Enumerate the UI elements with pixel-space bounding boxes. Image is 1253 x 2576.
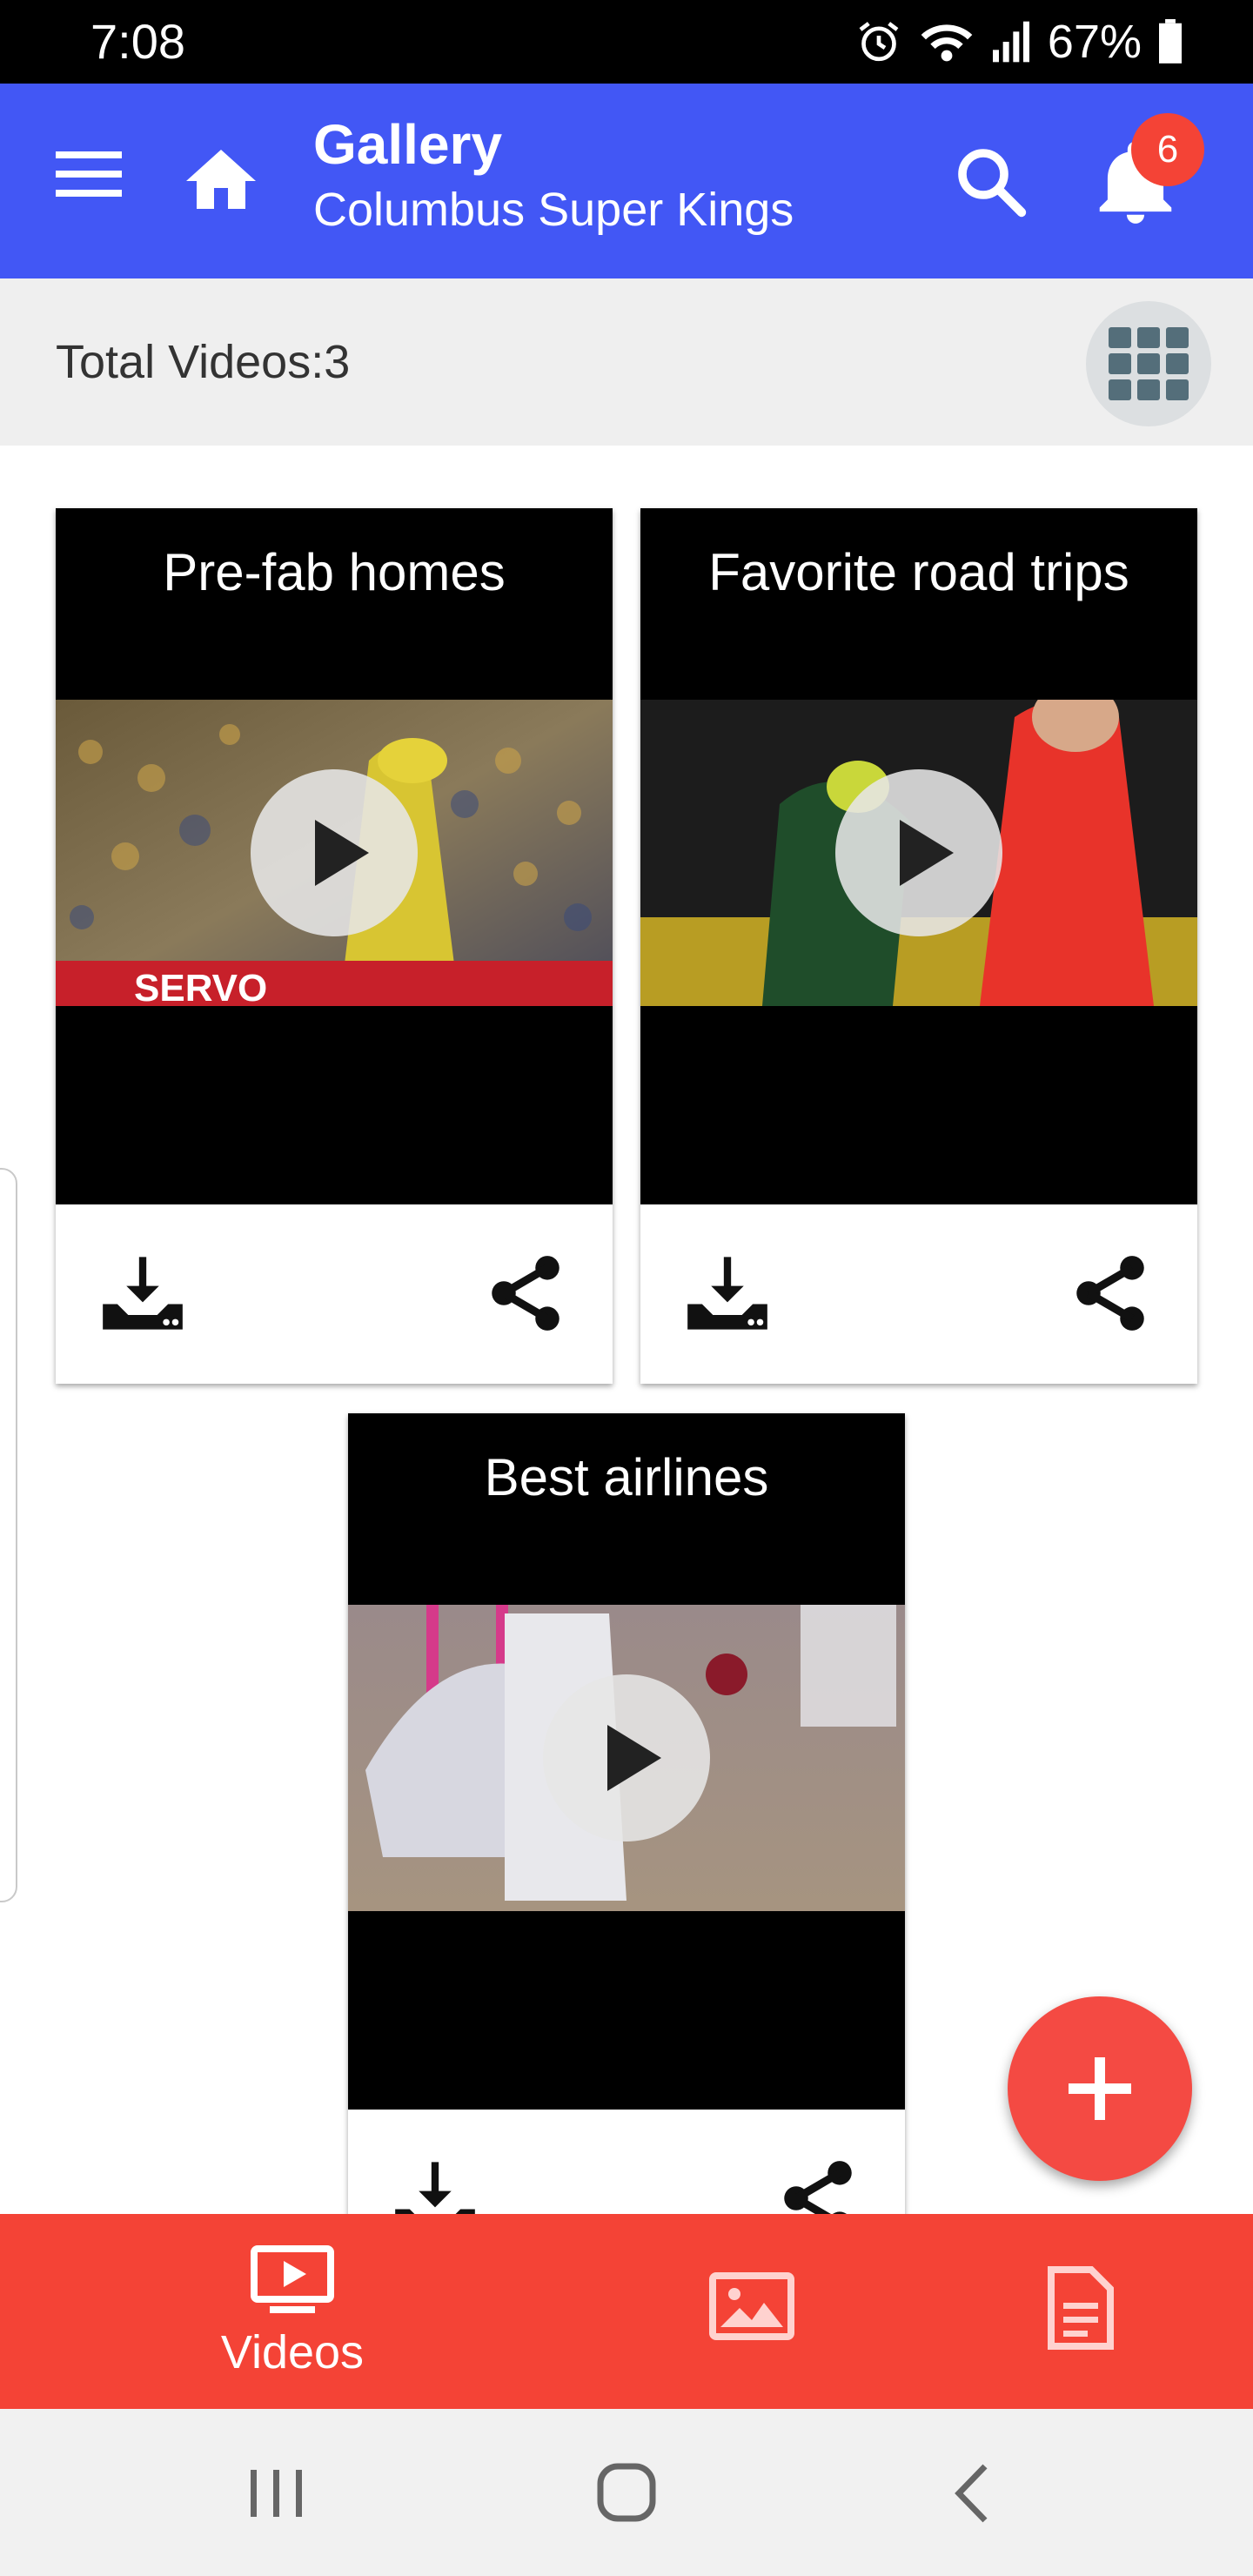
- info-bar: Total Videos:3: [0, 278, 1253, 446]
- nav-item-documents[interactable]: [1034, 2214, 1138, 2409]
- side-drawer-handle[interactable]: [0, 1168, 17, 1902]
- play-icon: [607, 1725, 661, 1791]
- nav-item-label: Videos: [220, 2326, 365, 2378]
- play-button[interactable]: [543, 1674, 710, 1841]
- home-button[interactable]: [179, 139, 263, 223]
- share-icon: [1076, 1256, 1144, 1331]
- search-button[interactable]: [948, 139, 1032, 223]
- home-icon: [186, 150, 256, 209]
- nav-item-videos[interactable]: Videos: [174, 2214, 411, 2409]
- alarm-icon: [859, 22, 899, 62]
- play-icon: [900, 820, 954, 886]
- status-time: 7:08: [90, 14, 185, 69]
- video-thumbnail-area[interactable]: Best airlines: [348, 1413, 905, 2110]
- signal-icon: [992, 21, 1029, 63]
- nav-item-photos[interactable]: [696, 2214, 807, 2409]
- video-card[interactable]: Pre-fab homes SERVO: [56, 508, 613, 1384]
- play-icon: [315, 820, 369, 886]
- page-title: Gallery: [313, 113, 503, 176]
- share-button[interactable]: [1067, 1250, 1154, 1337]
- view-toggle-button[interactable]: [1086, 301, 1211, 426]
- download-button[interactable]: [99, 1250, 186, 1337]
- download-button[interactable]: [684, 1250, 771, 1337]
- app-bar: Gallery Columbus Super Kings 6: [0, 84, 1253, 278]
- wifi-icon: [921, 24, 973, 62]
- share-button[interactable]: [482, 1250, 569, 1337]
- system-back-button[interactable]: [940, 2454, 1009, 2532]
- page-subtitle: Columbus Super Kings: [313, 184, 794, 236]
- video-thumbnail-area[interactable]: Favorite road trips: [640, 508, 1197, 1204]
- video-card[interactable]: Best airlines: [348, 1413, 905, 2289]
- add-video-fab[interactable]: [1008, 1996, 1192, 2181]
- download-icon: [103, 1257, 183, 1330]
- recent-apps-icon: [251, 2470, 302, 2517]
- card-actions: [640, 1204, 1197, 1384]
- status-bar: 7:08 67%: [0, 0, 1253, 84]
- share-icon: [492, 1256, 559, 1331]
- home-circle-icon: [597, 2463, 656, 2522]
- download-icon: [687, 1257, 767, 1330]
- grid-view-icon: [1109, 327, 1189, 400]
- status-icons: 67%: [854, 12, 1183, 71]
- video-card[interactable]: Favorite road trips: [640, 508, 1197, 1384]
- bottom-navigation: Videos: [0, 2214, 1253, 2409]
- recent-apps-button[interactable]: [235, 2458, 318, 2527]
- play-button[interactable]: [251, 769, 418, 936]
- total-videos-label: Total Videos:3: [56, 336, 351, 388]
- back-icon: [955, 2464, 988, 2523]
- battery-percent: 67%: [1047, 16, 1142, 68]
- image-icon: [709, 2272, 794, 2340]
- plus-icon: [1069, 2057, 1131, 2120]
- video-title: Pre-fab homes: [163, 543, 506, 601]
- video-title: Best airlines: [484, 1448, 769, 1506]
- video-library-icon: [251, 2245, 334, 2313]
- notification-badge: 6: [1131, 113, 1204, 186]
- card-actions: [56, 1204, 613, 1384]
- menu-icon: [56, 151, 122, 197]
- menu-button[interactable]: [56, 148, 139, 214]
- document-icon: [1048, 2266, 1114, 2350]
- battery-icon: [1159, 19, 1182, 64]
- video-title: Favorite road trips: [708, 543, 1129, 601]
- video-thumbnail-area[interactable]: Pre-fab homes SERVO: [56, 508, 613, 1204]
- system-home-button[interactable]: [585, 2454, 668, 2532]
- play-button[interactable]: [835, 769, 1002, 936]
- svg-text:SERVO: SERVO: [134, 967, 267, 1006]
- system-navigation-bar: [0, 2409, 1253, 2576]
- search-icon: [958, 149, 1027, 218]
